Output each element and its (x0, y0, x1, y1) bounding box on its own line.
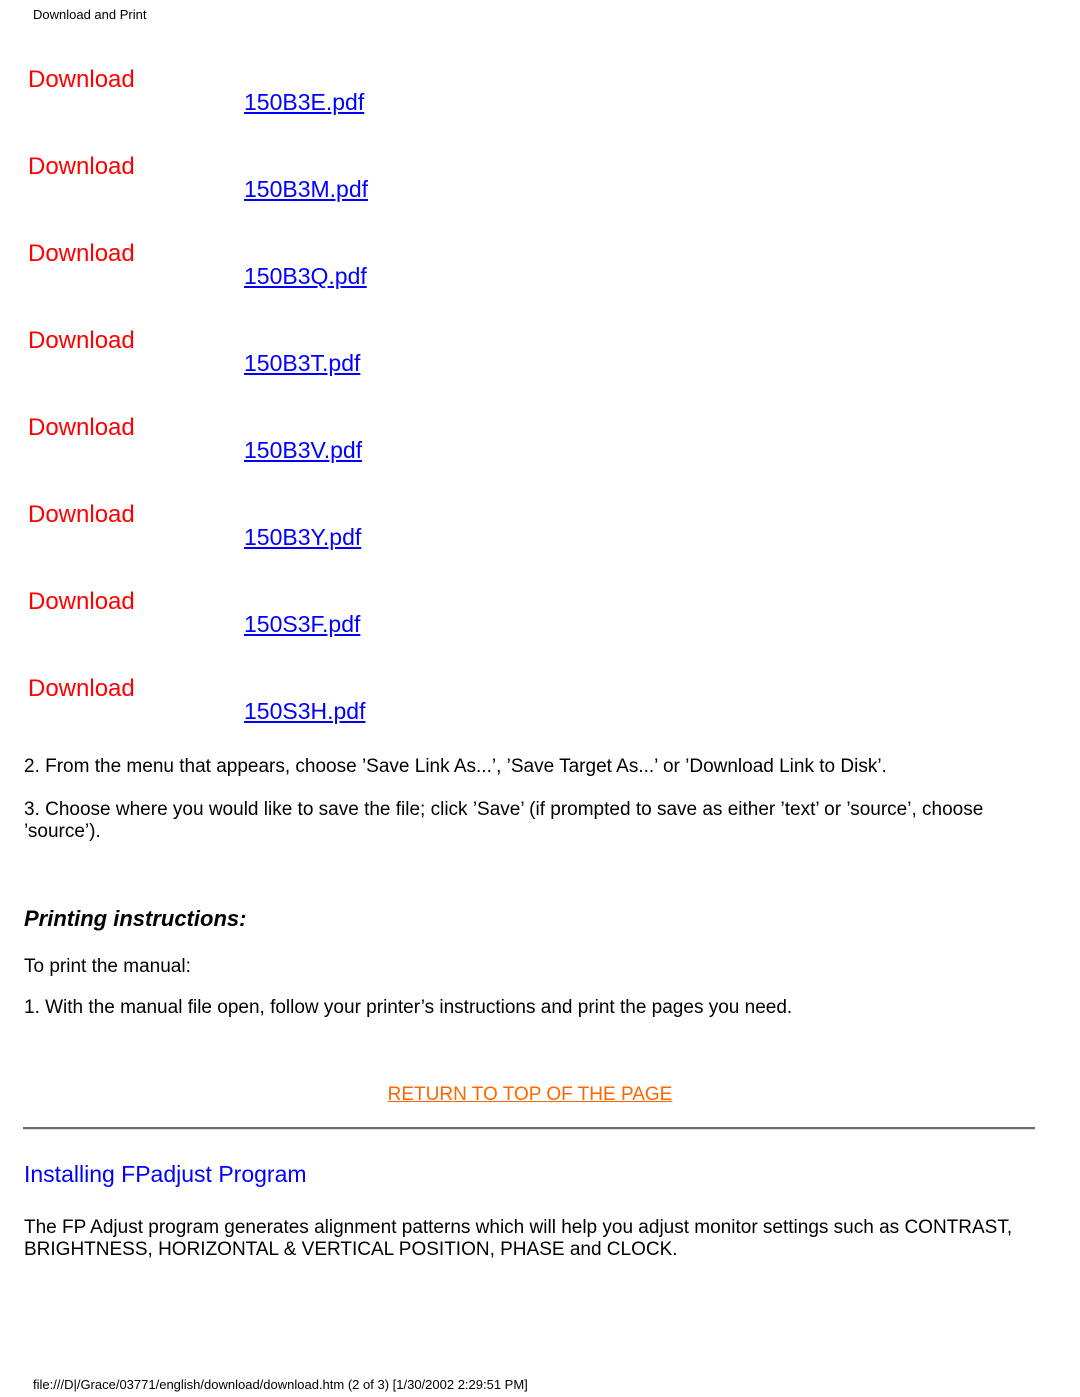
download-row: Download 150B3Y.pdf (0, 501, 600, 588)
printing-intro-text: To print the manual: (24, 956, 191, 977)
return-to-top-link[interactable]: RETURN TO TOP OF THE PAGE (388, 1084, 673, 1105)
download-label: Download (28, 153, 135, 180)
fpadjust-description: The FP Adjust program generates alignmen… (24, 1217, 1013, 1260)
pdf-link-150B3V[interactable]: 150B3V.pdf (244, 436, 362, 464)
pdf-link-150B3Y[interactable]: 150B3Y.pdf (244, 523, 361, 551)
download-label: Download (28, 327, 135, 354)
download-label: Download (28, 240, 135, 267)
pdf-link-150B3M[interactable]: 150B3M.pdf (244, 175, 368, 203)
download-label: Download (28, 66, 135, 93)
pdf-link-150S3H[interactable]: 150S3H.pdf (244, 697, 365, 725)
pdf-link-150S3F[interactable]: 150S3F.pdf (244, 610, 360, 638)
step-2-text: 2. From the menu that appears, choose ’S… (24, 756, 887, 777)
download-row: Download 150B3T.pdf (0, 327, 600, 414)
download-row: Download 150B3E.pdf (0, 66, 600, 153)
download-label: Download (28, 588, 135, 615)
download-row: Download 150B3Q.pdf (0, 240, 600, 327)
download-label: Download (28, 501, 135, 528)
download-row: Download 150S3H.pdf (0, 675, 600, 762)
download-label: Download (28, 414, 135, 441)
download-label: Download (28, 675, 135, 702)
printing-step-1-text: 1. With the manual file open, follow you… (24, 997, 793, 1018)
pdf-link-150B3T[interactable]: 150B3T.pdf (244, 349, 360, 377)
printing-instructions-heading: Printing instructions: (24, 906, 247, 931)
pdf-link-150B3E[interactable]: 150B3E.pdf (244, 88, 364, 116)
pdf-link-150B3Q[interactable]: 150B3Q.pdf (244, 262, 367, 290)
return-to-top-container: RETURN TO TOP OF THE PAGE (0, 1084, 1060, 1106)
download-row: Download 150B3M.pdf (0, 153, 600, 240)
page-header-title: Download and Print (33, 7, 147, 22)
installing-fpadjust-heading: Installing FPadjust Program (24, 1161, 307, 1187)
page-footer-path: file:///D|/Grace/03771/english/download/… (33, 1377, 528, 1392)
horizontal-divider (23, 1127, 1035, 1130)
step-3-text: 3. Choose where you would like to save t… (24, 799, 984, 842)
download-row: Download 150S3F.pdf (0, 588, 600, 675)
download-row: Download 150B3V.pdf (0, 414, 600, 501)
